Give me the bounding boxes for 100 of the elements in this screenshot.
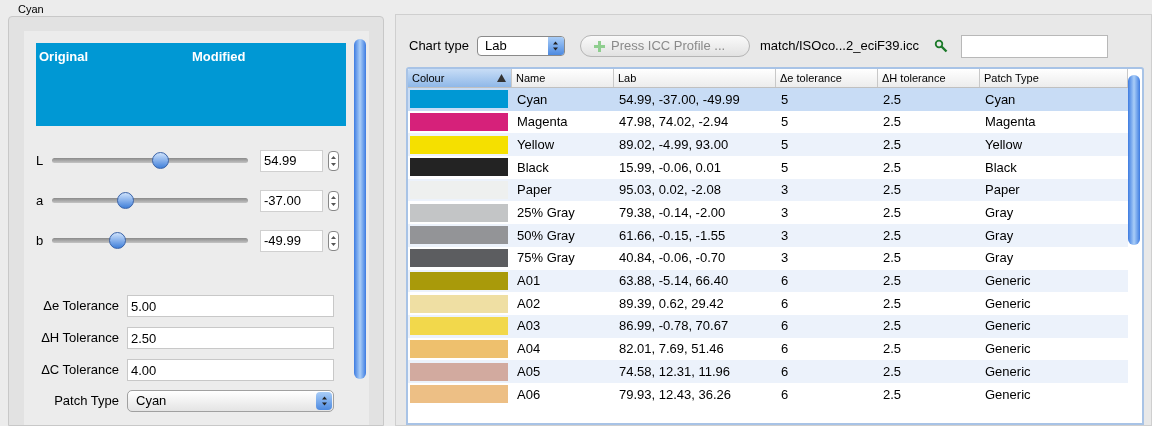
table-row[interactable]: Yellow 89.02, -4.99, 93.00 5 2.5 Yellow — [408, 133, 1128, 157]
table-cell: 2.5 — [883, 227, 902, 243]
table-cell: 6 — [781, 295, 789, 311]
value-field[interactable]: -49.99 — [260, 229, 323, 252]
table-cell: A02 — [517, 295, 541, 311]
table-cell: 5 — [781, 91, 789, 107]
table-cell: 2.5 — [883, 114, 902, 130]
table-cell: Generic — [985, 318, 1031, 334]
plus-icon — [594, 40, 605, 52]
table-cell: 6 — [781, 318, 789, 334]
table-cell: 79.93, 12.43, 36.26 — [619, 386, 732, 402]
table-cell: 82.01, 7.69, 51.46 — [619, 341, 724, 357]
table-cell: 40.84, -0.06, -0.70 — [619, 250, 726, 266]
chart-type-select[interactable]: Lab — [477, 36, 565, 56]
slider-label: L — [36, 151, 45, 170]
table-cell: Gray — [985, 250, 1014, 266]
value-field[interactable]: -37.00 — [260, 189, 323, 212]
table-cell: Paper — [517, 182, 552, 198]
table-cell: Gray — [985, 227, 1014, 243]
stepper[interactable] — [328, 190, 339, 211]
table-cell: 5 — [781, 114, 789, 130]
stepper[interactable] — [328, 150, 339, 171]
stepper-icon — [548, 37, 564, 55]
scrollbar[interactable] — [1128, 75, 1140, 245]
stepper-arrows-icon — [330, 233, 337, 248]
table-cell: 2.5 — [883, 205, 902, 221]
slider-thumb[interactable] — [151, 152, 169, 169]
table-cell: Yellow — [985, 136, 1023, 152]
table-cell: 2.5 — [883, 295, 902, 311]
table-cell: Generic — [985, 386, 1031, 402]
table-cell: 3 — [781, 250, 789, 266]
table-cell: 15.99, -0.06, 0.01 — [619, 159, 721, 175]
table-cell: 2.5 — [883, 91, 902, 107]
table-cell: 3 — [781, 205, 789, 221]
table-cell: A03 — [517, 318, 541, 334]
column-header[interactable]: Δe tolerance — [776, 69, 878, 87]
table-cell: A06 — [517, 386, 541, 402]
scrollbar[interactable] — [354, 39, 366, 379]
table-cell: Generic — [985, 341, 1031, 357]
table-row[interactable]: 50% Gray 61.66, -0.15, -1.55 3 2.5 Gray — [408, 224, 1128, 247]
table-cell: 79.38, -0.14, -2.00 — [619, 205, 726, 221]
table-cell: 2.5 — [883, 182, 902, 198]
table-cell: Generic — [985, 295, 1031, 311]
slider-thumb[interactable] — [108, 232, 126, 249]
table-cell: 86.99, -0.78, 70.67 — [619, 318, 729, 334]
stepper[interactable] — [328, 230, 339, 251]
search-field[interactable] — [960, 34, 1108, 58]
table-cell: Magenta — [517, 114, 568, 130]
stepper-arrows-icon — [330, 193, 337, 208]
table-cell: 2.5 — [883, 136, 902, 152]
table-row[interactable]: A05 74.58, 12.31, 11.96 6 2.5 Generic — [408, 360, 1128, 383]
tolerance-field[interactable]: 4.00 — [127, 359, 334, 381]
chart-type-label: Chart type — [409, 37, 469, 56]
table-cell: Paper — [985, 182, 1020, 198]
table-row[interactable]: Paper 95.03, 0.02, -2.08 3 2.5 Paper — [408, 178, 1128, 202]
table-cell: 63.88, -5.14, 66.40 — [619, 273, 729, 289]
table-cell: 2.5 — [883, 250, 902, 266]
table-row[interactable]: Cyan 54.99, -37.00, -49.99 5 2.5 Cyan — [408, 88, 1128, 111]
search-icon — [933, 39, 948, 53]
table-cell: 5 — [781, 136, 789, 152]
table-cell: Cyan — [517, 91, 548, 107]
table-cell: A01 — [517, 273, 541, 289]
slider-thumb[interactable] — [116, 192, 134, 209]
table-cell: Yellow — [517, 136, 555, 152]
table-row[interactable]: A03 86.99, -0.78, 70.67 6 2.5 Generic — [408, 314, 1128, 338]
table-cell: Gray — [985, 205, 1014, 221]
table-cell: 6 — [781, 273, 789, 289]
tolerance-label: ΔH Tolerance — [40, 329, 120, 348]
table-cell: Generic — [985, 273, 1031, 289]
table-cell: 5 — [781, 159, 789, 175]
table-cell: 6 — [781, 386, 789, 402]
table-row[interactable]: A01 63.88, -5.14, 66.40 6 2.5 Generic — [408, 269, 1128, 293]
table-cell: 3 — [781, 227, 789, 243]
column-header[interactable]: ΔH tolerance — [878, 69, 980, 87]
preview-label: Modified — [192, 49, 246, 64]
table-cell: Generic — [985, 363, 1031, 379]
table-cell: 3 — [781, 182, 789, 198]
table-cell: Black — [985, 159, 1017, 175]
table-cell: Cyan — [985, 91, 1016, 107]
table-cell: Black — [517, 159, 549, 175]
column-header[interactable]: Name — [512, 69, 614, 87]
profile-name: match/ISOco...2_eciF39.icc — [760, 37, 919, 56]
patch-type-select[interactable]: Cyan — [127, 390, 334, 412]
column-header[interactable]: Colour — [408, 69, 512, 87]
table-cell: 50% Gray — [517, 227, 575, 243]
table-cell: 25% Gray — [517, 205, 575, 221]
column-header[interactable]: Lab — [614, 69, 776, 87]
table-cell: A04 — [517, 341, 541, 357]
patch-type-label: Patch Type — [53, 392, 120, 411]
table-cell: 2.5 — [883, 318, 902, 334]
stepper-arrows-icon — [330, 153, 337, 168]
slider-label: a — [36, 191, 45, 210]
tolerance-field[interactable]: 5.00 — [127, 295, 334, 317]
group-title: Cyan — [18, 2, 44, 16]
table-cell: 89.39, 0.62, 29.42 — [619, 295, 724, 311]
tolerance-label: Δe Tolerance — [42, 297, 120, 316]
value-field[interactable]: 54.99 — [260, 149, 323, 172]
table-cell: 6 — [781, 363, 789, 379]
table-cell: 74.58, 12.31, 11.96 — [619, 363, 731, 379]
tolerance-field[interactable]: 2.50 — [127, 327, 334, 349]
